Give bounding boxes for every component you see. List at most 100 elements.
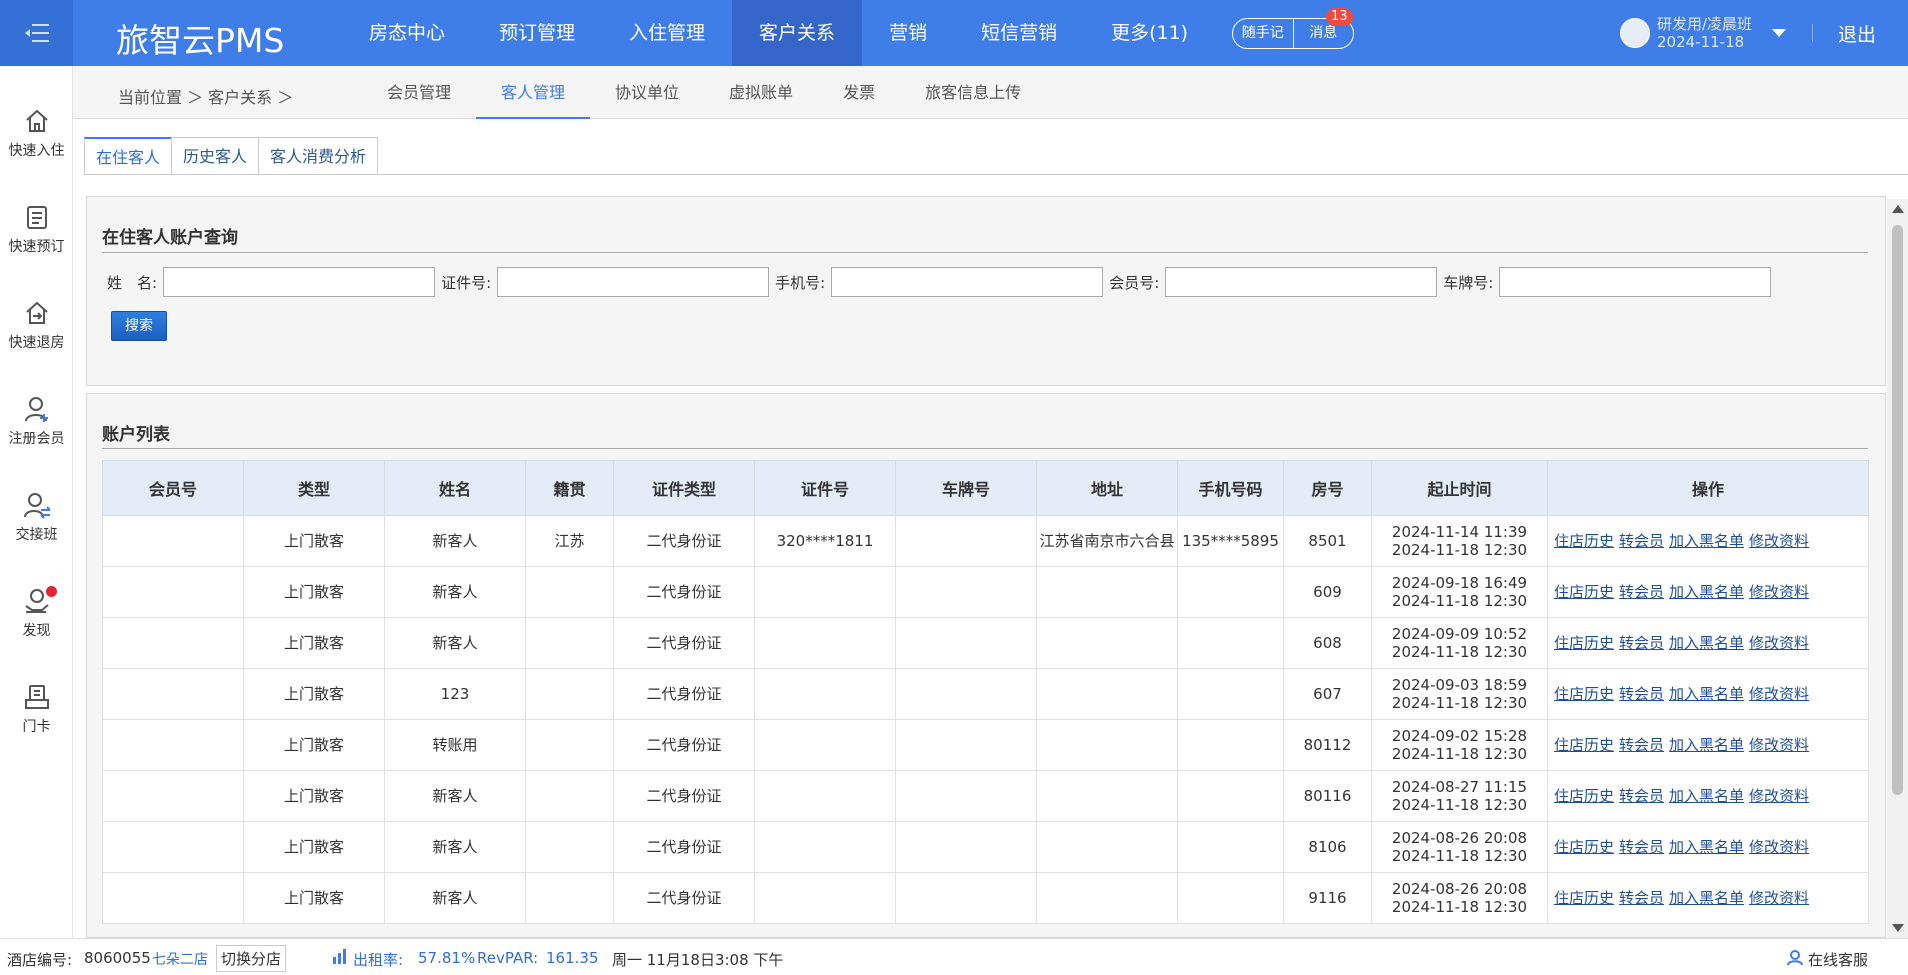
id-number-input[interactable]: [497, 267, 770, 297]
nav-booking[interactable]: 预订管理: [472, 0, 602, 66]
sidebar-item-quick-booking[interactable]: 快速预订: [0, 202, 73, 256]
phone-input[interactable]: [831, 267, 1104, 297]
sidebar-item-discover[interactable]: 发现: [0, 586, 73, 640]
current-datetime: 周一 11月18日3:08 下午: [612, 951, 784, 969]
edit-profile-link[interactable]: 修改资料: [1749, 583, 1809, 601]
switch-branch-button[interactable]: 切换分店: [216, 945, 287, 972]
edit-profile-link[interactable]: 修改资料: [1749, 787, 1809, 805]
cell-plate: [895, 821, 1037, 873]
cell-actions: 住店历史 转会员 加入黑名单 修改资料: [1547, 617, 1869, 669]
add-blacklist-link[interactable]: 加入黑名单: [1669, 583, 1744, 601]
main-nav: 房态中心 预订管理 入住管理 客户关系 营销 短信营销 更多(11): [342, 0, 1215, 66]
tab-agreement-units[interactable]: 协议单位: [590, 66, 704, 119]
home-icon: [25, 109, 48, 132]
tab-invoice[interactable]: 发票: [818, 66, 900, 119]
cell-actions: 住店历史 转会员 加入黑名单 修改资料: [1547, 770, 1869, 822]
cell-id-no: [754, 617, 896, 669]
stay-history-link[interactable]: 住店历史: [1554, 889, 1614, 907]
sidebar-item-shift-handover[interactable]: 交接班: [0, 490, 73, 544]
headset-icon: [1786, 948, 1804, 970]
scroll-thumb[interactable]: [1892, 225, 1903, 795]
plate-no-input[interactable]: [1499, 267, 1772, 297]
end-time: 2024-11-18 12:30: [1391, 796, 1528, 814]
document-icon: [26, 206, 47, 229]
avatar: [1620, 18, 1650, 48]
tab-guest-spending-analysis[interactable]: 客人消费分析: [258, 137, 379, 174]
tab-guest-info-upload[interactable]: 旅客信息上传: [900, 66, 1046, 119]
tab-in-house-guests[interactable]: 在住客人: [84, 137, 173, 174]
add-blacklist-link[interactable]: 加入黑名单: [1669, 736, 1744, 754]
tab-guest-management[interactable]: 客人管理: [476, 66, 591, 119]
tab-virtual-bills[interactable]: 虚拟账单: [704, 66, 818, 119]
scroll-up-icon[interactable]: [1892, 205, 1904, 213]
member-no-input[interactable]: [1165, 267, 1438, 297]
add-blacklist-link[interactable]: 加入黑名单: [1669, 532, 1744, 550]
tab-member-management[interactable]: 会员管理: [362, 66, 476, 119]
edit-profile-link[interactable]: 修改资料: [1749, 532, 1809, 550]
cell-type: 上门散客: [243, 770, 385, 822]
convert-member-link[interactable]: 转会员: [1619, 838, 1664, 856]
name-input[interactable]: [163, 267, 436, 297]
convert-member-link[interactable]: 转会员: [1619, 532, 1664, 550]
page-scrollbar[interactable]: [1887, 199, 1908, 938]
stay-history-link[interactable]: 住店历史: [1554, 838, 1614, 856]
nav-crm[interactable]: 客户关系: [732, 0, 863, 66]
cell-member-no: [102, 770, 244, 822]
sidebar-item-quick-checkin[interactable]: 快速入住: [0, 106, 73, 160]
cell-type: 上门散客: [243, 566, 385, 618]
convert-member-link[interactable]: 转会员: [1619, 889, 1664, 907]
convert-member-link[interactable]: 转会员: [1619, 736, 1664, 754]
edit-profile-link[interactable]: 修改资料: [1749, 634, 1809, 652]
cell-phone: [1177, 872, 1284, 924]
menu-toggle-button[interactable]: [0, 0, 73, 66]
add-blacklist-link[interactable]: 加入黑名单: [1669, 787, 1744, 805]
stay-history-link[interactable]: 住店历史: [1554, 787, 1614, 805]
cell-period: 2024-09-18 16:49 2024-11-18 12:30: [1371, 566, 1548, 618]
convert-member-link[interactable]: 转会员: [1619, 583, 1664, 601]
cell-period: 2024-08-27 11:15 2024-11-18 12:30: [1371, 770, 1548, 822]
edit-profile-link[interactable]: 修改资料: [1749, 889, 1809, 907]
stay-history-link[interactable]: 住店历史: [1554, 685, 1614, 703]
chevron-down-icon[interactable]: [1772, 29, 1787, 37]
cell-origin: [525, 617, 614, 669]
cell-period: 2024-08-26 20:08 2024-11-18 12:30: [1371, 821, 1548, 873]
scroll-down-icon[interactable]: [1892, 924, 1904, 932]
user-menu[interactable]: 研发用/凌晨班 2024-11-18: [1620, 15, 1787, 51]
nav-more[interactable]: 更多(11): [1084, 0, 1215, 66]
add-blacklist-link[interactable]: 加入黑名单: [1669, 634, 1744, 652]
add-blacklist-link[interactable]: 加入黑名单: [1669, 838, 1744, 856]
sidebar-item-quick-checkout[interactable]: 快速退房: [0, 298, 73, 352]
notes-button[interactable]: 随手记: [1233, 19, 1293, 48]
sidebar-item-register-member[interactable]: 注册会员: [0, 394, 73, 448]
cell-member-no: [102, 719, 244, 771]
nav-sms-marketing[interactable]: 短信营销: [954, 0, 1084, 66]
edit-profile-link[interactable]: 修改资料: [1749, 685, 1809, 703]
convert-member-link[interactable]: 转会员: [1619, 634, 1664, 652]
cell-id-type: 二代身份证: [613, 566, 755, 618]
stay-history-link[interactable]: 住店历史: [1554, 583, 1614, 601]
nav-marketing[interactable]: 营销: [862, 0, 954, 66]
card-reader-icon: [24, 685, 49, 709]
cell-id-no: [754, 770, 896, 822]
nav-room-status[interactable]: 房态中心: [342, 0, 472, 66]
tab-baseline: [84, 174, 1908, 175]
add-blacklist-link[interactable]: 加入黑名单: [1669, 685, 1744, 703]
cell-origin: 江苏: [525, 515, 614, 567]
cell-origin: [525, 668, 614, 720]
stay-history-link[interactable]: 住店历史: [1554, 532, 1614, 550]
convert-member-link[interactable]: 转会员: [1619, 685, 1664, 703]
sidebar-item-room-card[interactable]: 门卡: [0, 682, 73, 736]
edit-profile-link[interactable]: 修改资料: [1749, 838, 1809, 856]
online-support-button[interactable]: 在线客服: [1808, 949, 1868, 970]
nav-checkin[interactable]: 入住管理: [602, 0, 732, 66]
edit-profile-link[interactable]: 修改资料: [1749, 736, 1809, 754]
cell-phone: 135****5895: [1177, 515, 1284, 567]
logout-button[interactable]: 退出: [1838, 20, 1876, 47]
sub-nav: 当前位置 ＞ 客户关系 ＞ 会员管理 客人管理 协议单位 虚拟账单 发票 旅客信…: [73, 66, 1908, 119]
search-button[interactable]: 搜索: [111, 311, 167, 341]
add-blacklist-link[interactable]: 加入黑名单: [1669, 889, 1744, 907]
stay-history-link[interactable]: 住店历史: [1554, 634, 1614, 652]
convert-member-link[interactable]: 转会员: [1619, 787, 1664, 805]
tab-history-guests[interactable]: 历史客人: [171, 137, 260, 174]
stay-history-link[interactable]: 住店历史: [1554, 736, 1614, 754]
